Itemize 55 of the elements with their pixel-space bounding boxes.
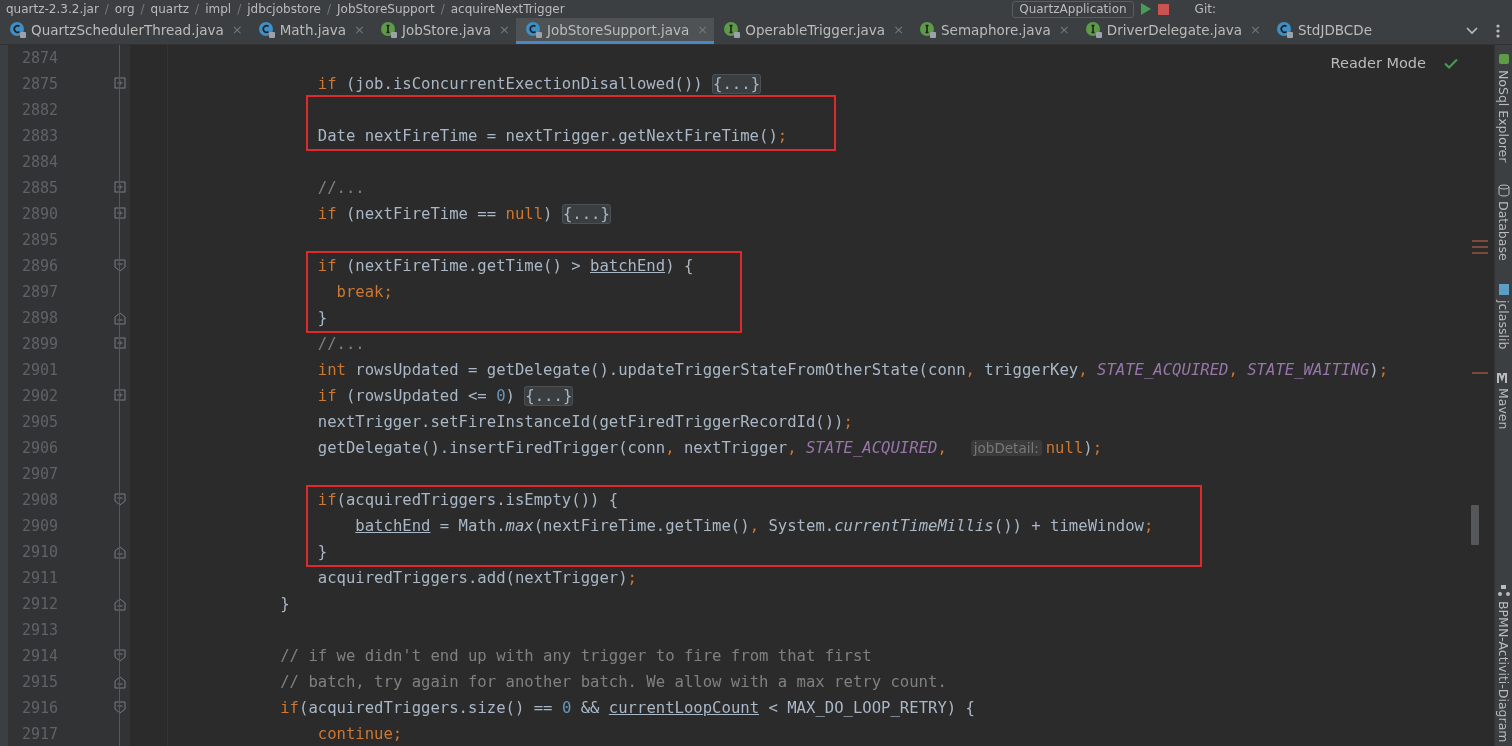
code-line: //... (316, 179, 365, 197)
breadcrumb-item[interactable]: jdbcjobstore (247, 2, 321, 16)
breadcrumb-item[interactable]: acquireNextTrigger (450, 2, 565, 16)
code-line: if(acquiredTriggers.isEmpty()) { (316, 491, 619, 509)
run-configuration-dropdown[interactable]: QuartzApplication (1012, 0, 1134, 18)
breadcrumb-item[interactable]: impl (205, 2, 232, 16)
breadcrumb-separator: / (104, 2, 109, 16)
code-line: } (316, 543, 328, 561)
editor-tab[interactable]: JobStore.java × (370, 18, 516, 44)
breadcrumb-separator: / (195, 2, 200, 16)
code-line: } (316, 309, 328, 327)
code-line: } (279, 595, 290, 613)
breadcrumb-separator: / (140, 2, 145, 16)
code-line: batchEnd = Math.max(nextFireTime.getTime(), System.currentTimeMillis()) + timeWindow; (354, 517, 1154, 535)
code-line: null); (1045, 439, 1103, 457)
code-line: getDelegate().insertFiredTrigger(conn, nextTrigger, STATE_ACQUIRED, (316, 439, 947, 457)
code-line: if (job.isConcurrentExectionDisallowed()) (316, 75, 704, 93)
editor-tab[interactable]: Semaphore.java × (910, 18, 1076, 44)
code-line: acquiredTriggers.add(nextTrigger); (316, 569, 637, 587)
code-line: nextTrigger.setFireInstanceId(getFiredTriggerRecordId()); (316, 413, 853, 431)
editor-tab[interactable]: JobStoreSupport.java × (515, 18, 715, 44)
folded-code[interactable]: {...} (712, 74, 762, 94)
breadcrumb-item[interactable]: org (114, 2, 135, 16)
git-label: Git: (1194, 2, 1216, 16)
code-line: // if we didn't end up with any trigger to fire from that first (279, 647, 872, 665)
code-line: if (nextFireTime == null) (316, 205, 554, 223)
editor-tab[interactable]: DriverDelegate.java × (1075, 18, 1267, 44)
code-line: if (nextFireTime.getTime() > batchEnd) { (316, 257, 694, 275)
code-line: if (rowsUpdated <= 0) (316, 387, 516, 405)
code-line: //... (316, 335, 365, 353)
breadcrumb-separator: / (440, 2, 445, 16)
editor-tab[interactable]: OperableTrigger.java × (714, 18, 911, 44)
tool-window-button[interactable]: Database (1495, 184, 1512, 261)
reader-mode-button[interactable]: Reader Mode (1330, 55, 1426, 71)
breadcrumb-separator: / (327, 2, 332, 16)
parameter-hint: jobDetail: (970, 440, 1042, 456)
tool-window-button[interactable]: NoSql Explorer (1495, 53, 1512, 163)
breadcrumb-item[interactable]: quartz (150, 2, 190, 16)
breadcrumb-separator: / (237, 2, 242, 16)
code-line: // batch, try again for another batch. We allow with a max retry count. (279, 673, 947, 691)
tool-window-button[interactable]: jclasslib (1495, 283, 1512, 350)
code-line: int rowsUpdated = getDelegate().updateTriggerStateFromOtherState(conn, triggerKey, STATE_ACQUIRED, STATE_WAITING); (316, 361, 1389, 379)
breadcrumb-item[interactable]: quartz-2.3.2.jar (6, 2, 99, 16)
code-line: break; (335, 283, 393, 301)
editor-tab[interactable]: Math.java × (248, 18, 371, 44)
breadcrumb-item[interactable]: JobStoreSupport (337, 2, 435, 16)
tool-window-button[interactable]: Maven (1495, 371, 1512, 430)
folded-code[interactable]: {...} (561, 204, 611, 224)
code-line: continue; (316, 725, 403, 743)
editor-tab[interactable]: StdJDBCDe (1267, 18, 1378, 44)
folded-code[interactable]: {...} (524, 386, 574, 406)
tool-window-button[interactable]: BPMN-Activiti-Diagram (1495, 583, 1512, 746)
code-line: if(acquiredTriggers.size() == 0 && currentLoopCount < MAX_DO_LOOP_RETRY) { (279, 699, 975, 717)
editor-tab[interactable]: QuartzSchedulerThread.java × (0, 18, 249, 44)
code-line: Date nextFireTime = nextTrigger.getNextFireTime(); (316, 127, 788, 145)
